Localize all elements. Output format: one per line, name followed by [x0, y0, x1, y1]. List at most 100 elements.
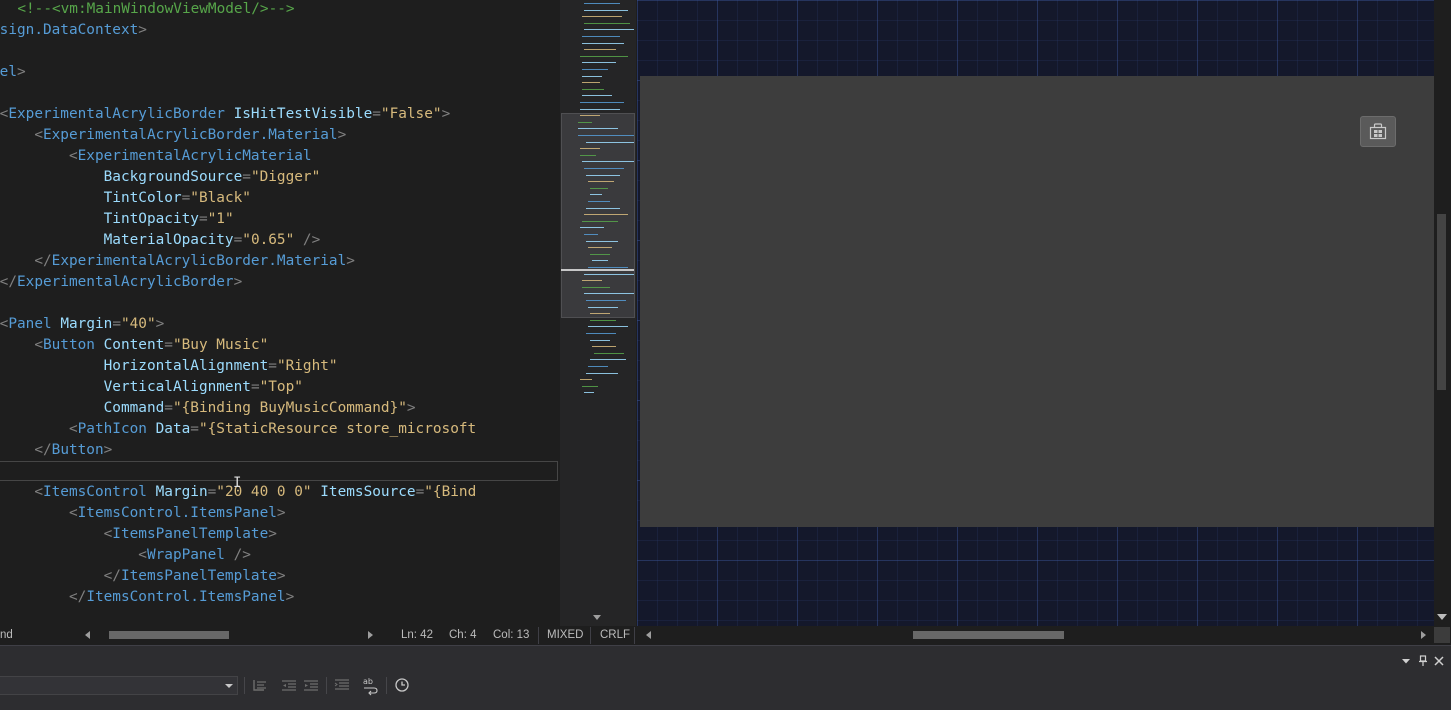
code-token: =	[112, 316, 121, 332]
code-line[interactable]: <ExperimentalAcrylicBorder IsHitTestVisi…	[0, 104, 450, 125]
increase-indent-button[interactable]	[301, 674, 321, 696]
scroll-right-icon[interactable]	[1421, 631, 1426, 639]
buy-music-button[interactable]	[1360, 116, 1396, 147]
word-wrap-button[interactable]: ab	[361, 674, 381, 696]
code-line[interactable]: </Button>	[0, 440, 112, 461]
toolbar-divider	[244, 677, 245, 694]
minimap-line	[590, 187, 608, 189]
code-token: Button	[51, 442, 104, 458]
code-line[interactable]: </ItemsControl.ItemsPanel>	[0, 587, 294, 608]
scroll-left-icon[interactable]	[646, 631, 651, 639]
resize-grip[interactable]	[1434, 627, 1450, 643]
code-line[interactable]: <ExperimentalAcrylicMaterial	[0, 146, 312, 167]
code-line[interactable]: </ExperimentalAcrylicBorder.Material>	[0, 251, 355, 272]
code-line[interactable]: </ExperimentalAcrylicBorder>	[0, 272, 242, 293]
line-ending-indicator[interactable]: CRLF	[600, 628, 630, 643]
editor-status-bar: nd Ln: 42 Ch: 4 Col: 13 MIXED CRLF	[0, 626, 1451, 645]
decrease-indent-button[interactable]	[279, 674, 299, 696]
code-line[interactable]: <Button Content="Buy Music"	[0, 335, 268, 356]
minimap-line	[580, 115, 600, 117]
close-button[interactable]	[1433, 654, 1445, 666]
code-line[interactable]: BackgroundSource="Digger"	[0, 167, 321, 188]
code-token: "40"	[120, 316, 156, 332]
designer-canvas[interactable]	[637, 0, 1434, 626]
code-token: TintColor	[103, 190, 182, 206]
editor-horizontal-scrollbar[interactable]	[94, 630, 364, 640]
panel-menu-button[interactable]	[1400, 654, 1412, 666]
minimap-line	[588, 326, 628, 328]
scroll-right-icon[interactable]	[368, 631, 373, 639]
minimap-line	[590, 253, 610, 255]
minimap-line	[590, 319, 616, 321]
code-line[interactable]: VerticalAlignment="Top"	[0, 377, 303, 398]
minimap-line	[590, 194, 602, 196]
code-token: ItemsPanelTemplate	[120, 568, 277, 584]
mixed-mode-indicator[interactable]: MIXED	[547, 628, 583, 643]
minimap-line	[582, 286, 610, 288]
code-line[interactable]: <PathIcon Data="{StaticResource store_mi…	[0, 419, 476, 440]
code-token: >	[103, 442, 113, 458]
minimap-line	[588, 366, 608, 367]
code-token: MaterialOpacity	[103, 232, 234, 248]
designer-vertical-scrollbar[interactable]	[1434, 0, 1451, 626]
code-token: <	[34, 337, 43, 353]
char-number[interactable]: Ch: 4	[449, 628, 477, 643]
chevron-down-icon	[225, 684, 233, 688]
minimap-line	[584, 168, 624, 169]
designer-horizontal-scroll-thumb[interactable]	[913, 631, 1064, 639]
minimap-line	[582, 280, 602, 282]
pin-button[interactable]	[1417, 654, 1429, 666]
minimap-line	[586, 141, 634, 143]
code-line[interactable]: MaterialOpacity="0.65" />	[0, 230, 321, 251]
code-line[interactable]: esign.DataContext>	[0, 20, 147, 41]
code-line[interactable]: <!--<vm:MainWindowViewModel/>-->	[0, 0, 294, 20]
code-token: <	[0, 547, 147, 563]
minimap-line	[584, 392, 594, 394]
column-number[interactable]: Col: 13	[493, 628, 529, 643]
code-line[interactable]: </ItemsPanelTemplate>	[0, 566, 286, 587]
code-token: =	[372, 106, 381, 122]
code-token: />	[294, 232, 321, 248]
code-line[interactable]: TintColor="Black"	[0, 188, 251, 209]
minimap[interactable]	[560, 0, 636, 626]
editor-horizontal-scroll-thumb[interactable]	[109, 631, 229, 639]
designer-horizontal-scrollbar[interactable]	[656, 630, 1418, 640]
code-token: "Buy Music"	[172, 337, 269, 353]
code-line[interactable]: <ExperimentalAcrylicBorder.Material>	[0, 125, 346, 146]
scroll-down-icon[interactable]	[1437, 614, 1447, 620]
designer-vertical-scroll-thumb[interactable]	[1437, 214, 1446, 390]
code-line[interactable]: <WrapPanel />	[0, 545, 251, 566]
code-line[interactable]: Command="{Binding BuyMusicCommand}">	[0, 398, 416, 419]
pin-icon	[1419, 655, 1427, 666]
minimap-scroll-down-icon[interactable]	[593, 615, 601, 620]
minimap-line	[582, 95, 612, 97]
code-line[interactable]: TintOpacity="1"	[0, 209, 234, 230]
code-token: ItemsSource	[320, 484, 416, 500]
code-token: ExperimentalAcrylicBorder.Material	[51, 253, 347, 269]
code-line[interactable]: <ItemsPanelTemplate>	[0, 524, 277, 545]
outdent-icon	[253, 680, 266, 691]
code-token: HorizontalAlignment	[103, 358, 269, 374]
output-source-dropdown[interactable]	[0, 676, 238, 695]
line-number[interactable]: Ln: 42	[401, 628, 433, 643]
code-token: />	[224, 547, 251, 563]
code-line[interactable]: HorizontalAlignment="Right"	[0, 356, 338, 377]
code-line[interactable]: nel>	[0, 62, 26, 83]
code-editor[interactable]: <!--<vm:MainWindowViewModel/>--> esign.Da…	[0, 0, 560, 626]
code-token: "Right"	[276, 358, 338, 374]
minimap-line	[592, 260, 608, 262]
code-line[interactable]: <Panel Margin="40">	[0, 314, 164, 335]
outdent-button[interactable]	[250, 674, 270, 696]
history-button[interactable]	[392, 674, 412, 696]
format-button[interactable]	[332, 674, 352, 696]
scroll-left-icon[interactable]	[85, 631, 90, 639]
code-token: >	[233, 274, 243, 290]
minimap-line	[582, 36, 620, 37]
svg-text:ab: ab	[363, 677, 373, 686]
minimap-line	[586, 207, 620, 209]
minimap-line	[584, 29, 634, 31]
code-line[interactable]: <ItemsControl.ItemsPanel>	[0, 503, 286, 524]
